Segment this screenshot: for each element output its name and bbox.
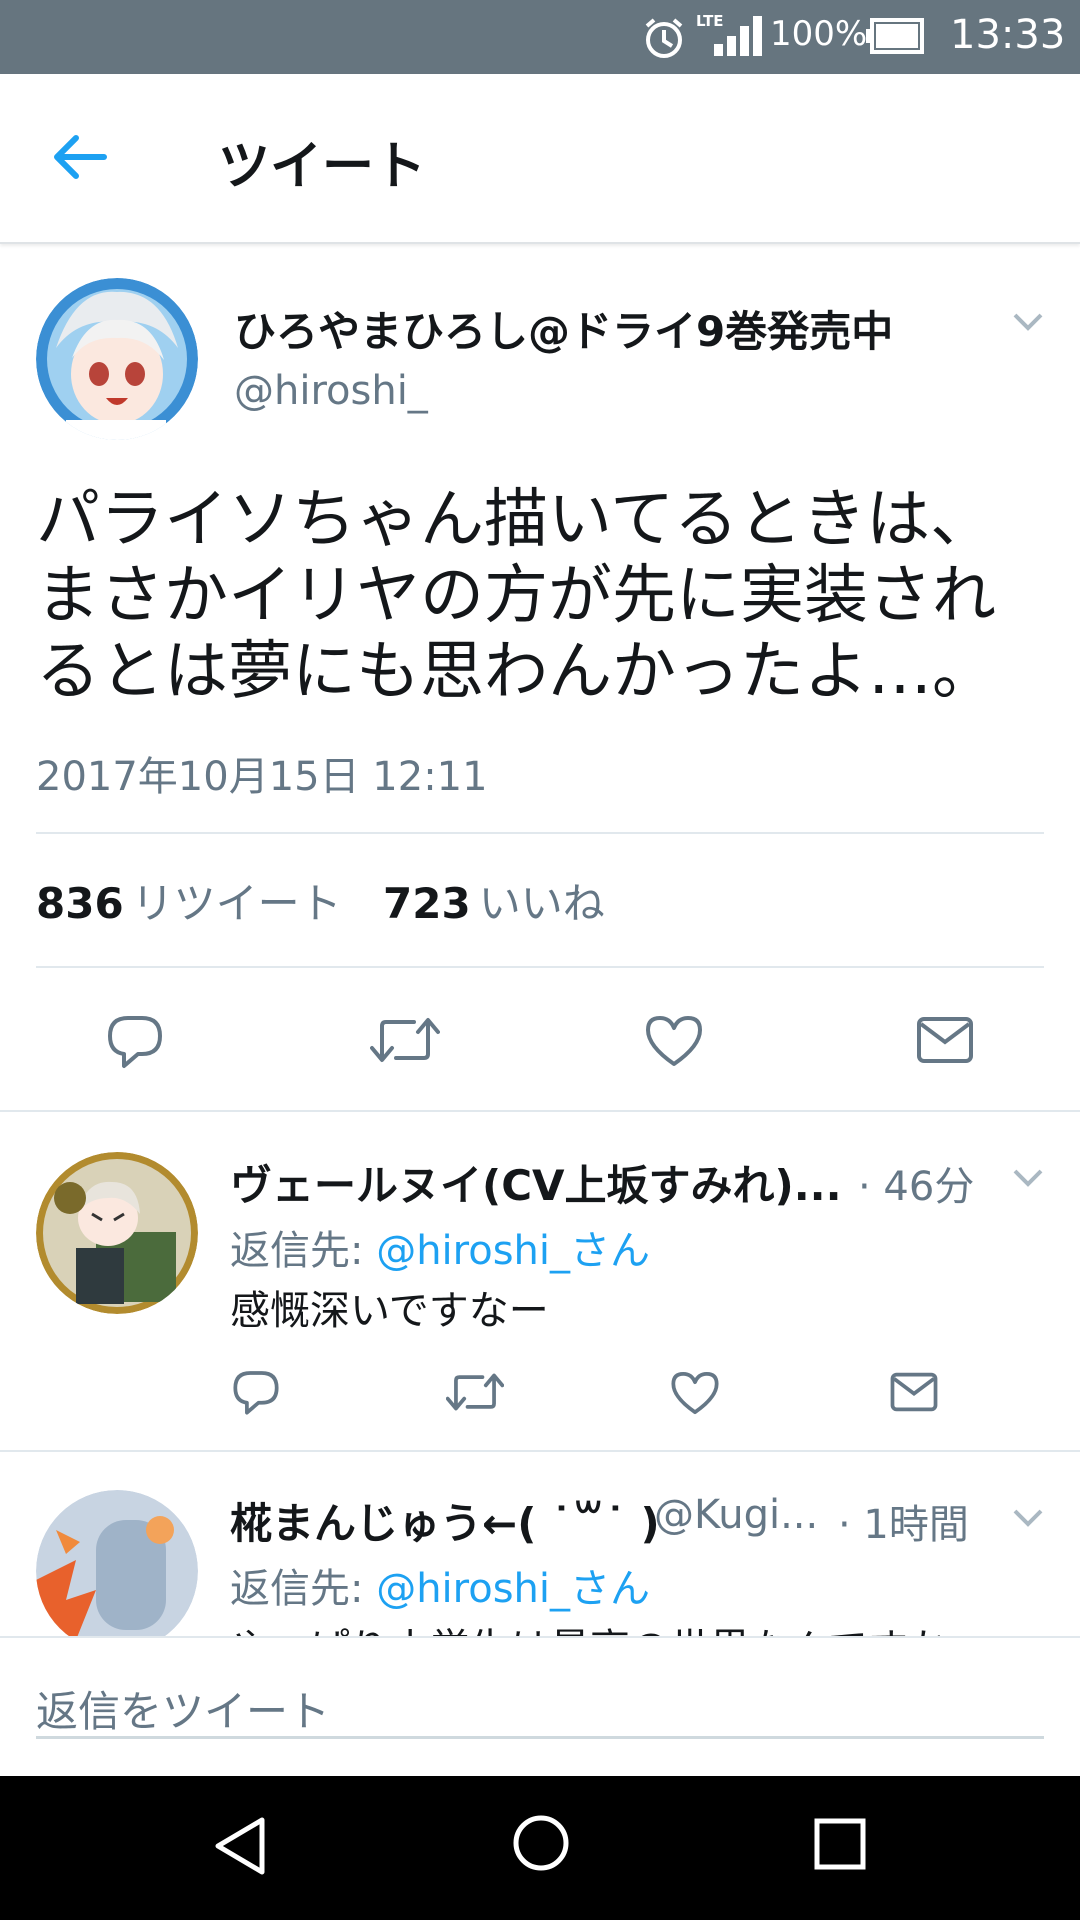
chevron-down-icon[interactable] [1012, 312, 1044, 332]
page-title: ツイート [218, 137, 427, 197]
like-label[interactable]: いいね [479, 879, 605, 928]
reply-icon[interactable] [106, 1012, 164, 1070]
status-bar: LTE 100% 13:33 [0, 0, 1080, 74]
reply-handle[interactable]: @Kugi... [654, 1492, 818, 1538]
author-handle[interactable]: @hiroshi_ [234, 368, 428, 414]
reply-input[interactable]: 返信をツイート [36, 1678, 1044, 1739]
tweet-stats: 836 リツイート 723 いいね [36, 870, 633, 931]
dm-icon[interactable] [916, 1016, 974, 1064]
retweet-count[interactable]: 836 [36, 879, 124, 928]
battery-percent: 100% [770, 14, 868, 54]
clock: 13:33 [950, 12, 1066, 58]
tweet-text: パライソちゃん描いてるときは、まさかイリヤの方が先に実装されるとは夢にも思わんか… [36, 483, 996, 709]
divider [36, 966, 1044, 968]
reply-to-prefix: 返信先: [230, 1566, 364, 1612]
dm-icon[interactable] [890, 1372, 938, 1412]
alarm-icon [642, 16, 686, 60]
reply-to-line: 返信先: @hiroshi_さん [230, 1218, 650, 1276]
divider [0, 1110, 1080, 1112]
chevron-down-icon[interactable] [1012, 1508, 1044, 1528]
reply-to-line: 返信先: @hiroshi_さん [230, 1556, 650, 1614]
signal-icon [712, 14, 764, 56]
system-nav-bar [0, 1776, 1080, 1920]
like-icon[interactable] [670, 1370, 720, 1416]
reply-composer: 返信をツイート [0, 1636, 1080, 1778]
divider [0, 1450, 1080, 1452]
reply-text: 感慨深いですなー [230, 1288, 549, 1334]
reply-to-mention[interactable]: @hiroshi_さん [376, 1566, 650, 1612]
avatar[interactable] [36, 278, 198, 440]
nav-recents-icon[interactable] [814, 1818, 866, 1870]
reply-icon[interactable] [232, 1368, 280, 1416]
like-count[interactable]: 723 [383, 879, 471, 928]
avatar[interactable] [36, 1490, 198, 1652]
reply-time: · 1時間 [838, 1502, 969, 1548]
avatar[interactable] [36, 1152, 198, 1314]
author-name[interactable]: ひろやまひろし@ドライ9巻発売中 [234, 298, 893, 359]
reply-author-name[interactable]: 椛まんじゅう←( ˙꒳˙ ) [230, 1490, 660, 1551]
nav-home-icon[interactable] [512, 1814, 570, 1872]
reply-to-mention[interactable]: @hiroshi_さん [376, 1228, 650, 1274]
retweet-icon[interactable] [370, 1014, 440, 1066]
retweet-label[interactable]: リツイート [132, 879, 342, 928]
nav-back-icon[interactable] [212, 1816, 268, 1876]
tweet-timestamp: 2017年10月15日 12:11 [36, 754, 488, 800]
like-icon[interactable] [644, 1014, 704, 1068]
battery-icon [866, 18, 924, 54]
reply-author-name[interactable]: ヴェールヌイ(CV上坂すみれ)... [230, 1152, 842, 1213]
retweet-icon[interactable] [446, 1370, 504, 1414]
reply-time: · 46分 [858, 1164, 975, 1210]
divider [36, 832, 1044, 834]
app-header: ツイート [0, 74, 1080, 244]
back-arrow-icon[interactable] [52, 134, 108, 180]
chevron-down-icon[interactable] [1012, 1168, 1044, 1188]
reply-to-prefix: 返信先: [230, 1228, 364, 1274]
